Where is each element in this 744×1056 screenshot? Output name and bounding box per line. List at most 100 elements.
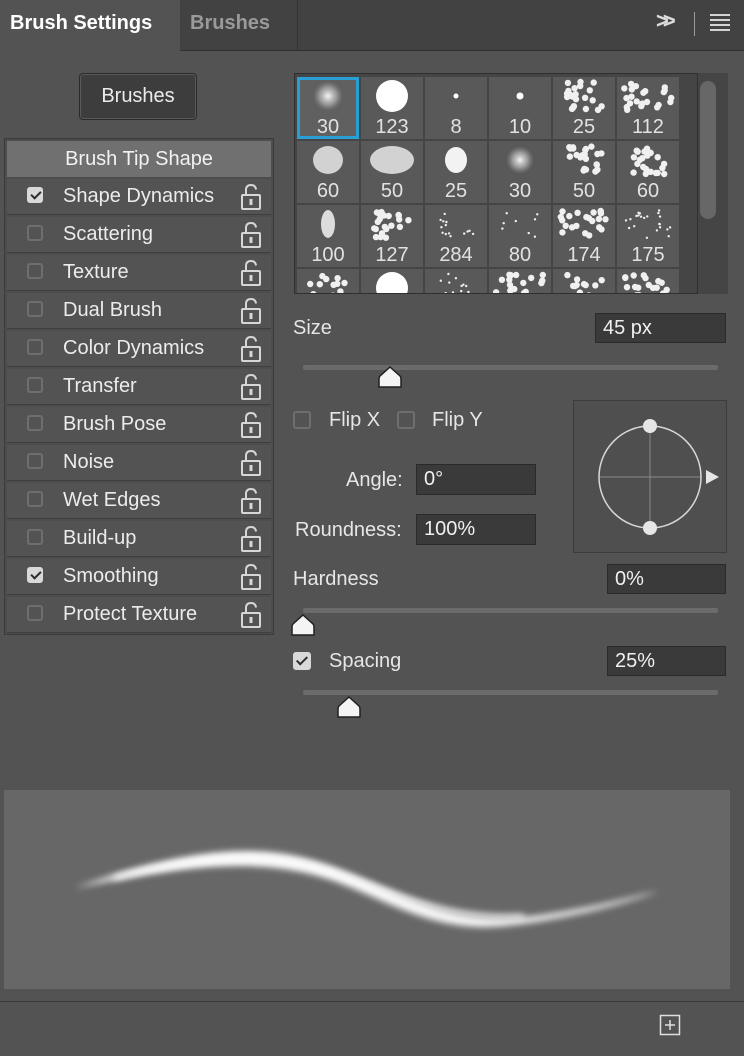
option-checkbox[interactable] <box>27 415 43 431</box>
preset-scroll-thumb[interactable] <box>700 81 716 219</box>
brush-tip-thumbnail <box>313 146 343 174</box>
option-checkbox[interactable] <box>27 529 43 545</box>
brush-tip-thumbnail <box>622 272 670 293</box>
flip-y-checkbox[interactable] <box>397 411 415 429</box>
spacing-slider-track[interactable] <box>303 690 718 695</box>
brushes-button[interactable]: Brushes <box>79 73 197 120</box>
unlock-icon[interactable] <box>239 601 263 629</box>
unlock-icon[interactable] <box>239 259 263 287</box>
size-slider-track[interactable] <box>303 365 718 370</box>
spacing-slider-handle[interactable] <box>336 696 361 718</box>
hardness-slider-track[interactable] <box>303 608 718 613</box>
option-checkbox[interactable] <box>27 605 43 621</box>
unlock-icon[interactable] <box>239 487 263 515</box>
unlock-icon[interactable] <box>239 335 263 363</box>
unlock-icon[interactable] <box>239 525 263 553</box>
brush-tip-thumbnail <box>557 207 609 239</box>
unlock-icon[interactable] <box>239 183 263 211</box>
option-checkbox[interactable] <box>27 339 43 355</box>
option-checkbox[interactable] <box>27 225 43 241</box>
tab-brushes[interactable]: Brushes <box>180 0 298 50</box>
brush-tip-thumbnail <box>624 209 672 239</box>
option-checkbox[interactable] <box>27 567 43 583</box>
brush-tip-shape-item[interactable]: Brush Tip Shape <box>7 141 271 177</box>
option-label: Scattering <box>63 223 154 245</box>
option-label: Dual Brush <box>63 299 162 321</box>
size-label: Size <box>293 317 332 339</box>
hardness-field[interactable]: 0% <box>607 564 726 594</box>
hardness-label: Hardness <box>293 568 379 590</box>
option-noise[interactable]: Noise <box>7 445 271 481</box>
roundness-label: Roundness: <box>295 519 402 541</box>
tab-brush-settings[interactable]: Brush Settings <box>0 0 180 51</box>
option-build-up[interactable]: Build-up <box>7 521 271 557</box>
unlock-icon[interactable] <box>239 449 263 477</box>
roundness-field[interactable]: 100% <box>416 514 536 545</box>
hardness-slider-handle[interactable] <box>291 614 315 636</box>
brush-tip-thumbnail <box>453 93 459 99</box>
option-protect-texture[interactable]: Protect Texture <box>7 597 271 633</box>
angle-label: Angle: <box>346 469 403 491</box>
brush-tip-thumbnail <box>501 212 539 238</box>
option-shape-dynamics[interactable]: Shape Dynamics <box>7 179 271 215</box>
new-brush-preset-icon[interactable] <box>659 1014 681 1036</box>
size-slider-handle[interactable] <box>378 366 402 388</box>
brush-tip-thumbnail <box>376 80 408 112</box>
spacing-checkbox[interactable] <box>293 652 311 670</box>
option-label: Smoothing <box>63 565 159 587</box>
size-field[interactable]: 45 px <box>595 313 726 343</box>
option-color-dynamics[interactable]: Color Dynamics <box>7 331 271 367</box>
brush-tip-thumbnail <box>621 80 675 113</box>
option-scattering[interactable]: Scattering <box>7 217 271 253</box>
option-checkbox[interactable] <box>27 187 43 203</box>
option-label: Build-up <box>63 527 137 549</box>
option-checkbox[interactable] <box>27 377 43 393</box>
flip-y-label: Flip Y <box>432 409 483 431</box>
spacing-label: Spacing <box>329 650 402 672</box>
option-texture[interactable]: Texture <box>7 255 271 291</box>
option-checkbox[interactable] <box>27 453 43 469</box>
unlock-icon[interactable] <box>239 373 263 401</box>
brush-tip-thumbnail <box>439 272 470 293</box>
flip-x-checkbox[interactable] <box>293 411 311 429</box>
unlock-icon[interactable] <box>239 563 263 591</box>
option-dual-brush[interactable]: Dual Brush <box>7 293 271 329</box>
brush-tip-thumbnail <box>566 143 605 175</box>
flip-x-label: Flip X <box>329 409 381 431</box>
option-smoothing[interactable]: Smoothing <box>7 559 271 595</box>
brush-preset-grid: 30 123 8 10 25 112 60 50 25 30 50 60 100 127 284 80 174 1… <box>294 73 698 294</box>
brush-tip-thumbnail <box>630 145 668 178</box>
option-label: Color Dynamics <box>63 337 205 359</box>
option-checkbox[interactable] <box>27 491 43 507</box>
option-label: Wet Edges <box>63 489 161 511</box>
option-wet-edges[interactable]: Wet Edges <box>7 483 271 519</box>
unlock-icon[interactable] <box>239 297 263 325</box>
option-checkbox[interactable] <box>27 301 43 317</box>
brush-tip-thumbnail <box>564 271 605 293</box>
stroke-preview-image <box>74 851 659 927</box>
option-label: Shape Dynamics <box>63 185 215 207</box>
brush-tip-thumbnail <box>516 92 524 100</box>
brush-tip-thumbnail <box>439 212 475 238</box>
brush-tip-thumbnail <box>371 208 412 241</box>
option-brush-pose[interactable]: Brush Pose <box>7 407 271 443</box>
angle-roundness-widget[interactable] <box>573 400 727 553</box>
option-transfer[interactable]: Transfer <box>7 369 271 405</box>
brush-options-list: Brush Tip Shape Shape Dynamics Scattering… <box>4 138 274 635</box>
unlock-icon[interactable] <box>239 221 263 249</box>
brush-tip-thumbnail <box>307 272 348 293</box>
brush-tip-thumbnail <box>506 146 534 174</box>
brush-tip-circle-icon <box>598 419 719 535</box>
brush-tip-thumbnail <box>445 147 467 173</box>
unlock-icon[interactable] <box>239 411 263 439</box>
collapse-panel-icon[interactable]: >> <box>656 8 676 34</box>
brush-stroke-preview <box>4 790 730 989</box>
option-label: Noise <box>63 451 115 473</box>
angle-field[interactable]: 0° <box>416 464 536 495</box>
panel-menu-icon[interactable] <box>710 14 730 32</box>
option-label: Protect Texture <box>63 603 198 625</box>
brush-tip-thumbnail <box>563 78 605 114</box>
spacing-field[interactable]: 25% <box>607 646 726 676</box>
brush-tip-thumbnail <box>313 81 343 111</box>
option-checkbox[interactable] <box>27 263 43 279</box>
